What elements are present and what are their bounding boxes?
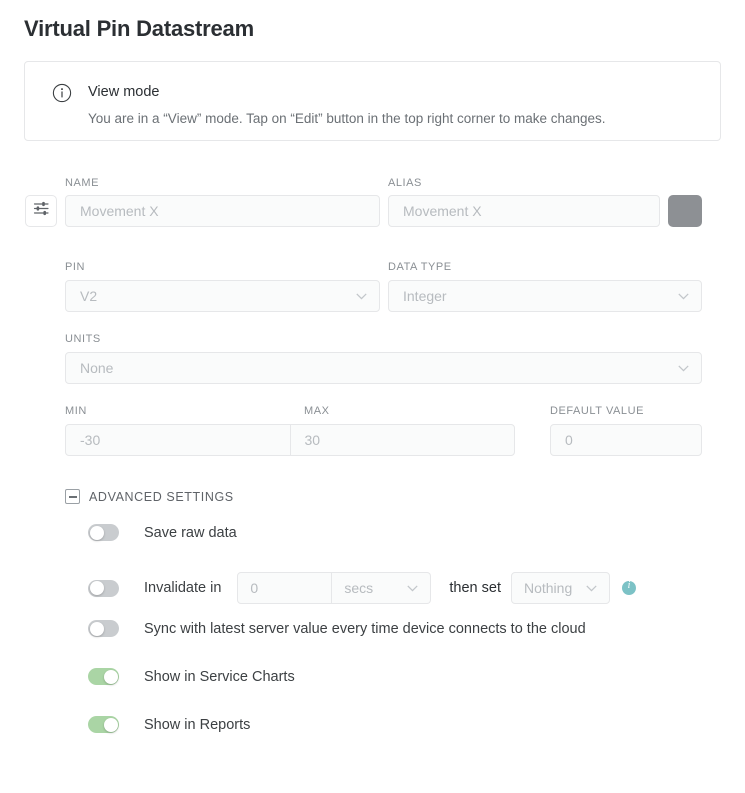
invalidate-label: Invalidate in [144, 580, 222, 596]
advanced-settings-title: ADVANCED SETTINGS [89, 489, 234, 504]
save-raw-data-toggle[interactable] [88, 524, 119, 541]
name-input[interactable]: Movement X [65, 195, 380, 227]
alias-input[interactable]: Movement X [388, 195, 660, 227]
then-set-label: then set [449, 580, 501, 596]
pin-label: PIN [65, 261, 85, 273]
show-reports-label: Show in Reports [144, 716, 251, 733]
save-raw-data-label: Save raw data [144, 524, 237, 541]
sliders-icon [33, 201, 50, 221]
invalidate-unit-select[interactable]: secs [332, 572, 432, 604]
max-label: MAX [304, 405, 330, 417]
chevron-down-icon [678, 365, 689, 372]
advanced-settings-header[interactable]: ADVANCED SETTINGS [65, 489, 234, 504]
color-swatch[interactable] [668, 195, 702, 227]
alias-label: ALIAS [388, 177, 422, 189]
then-set-select[interactable]: Nothing [510, 572, 610, 604]
data-type-value: Integer [403, 288, 447, 304]
view-mode-description: You are in a “View” mode. Tap on “Edit” … [88, 111, 606, 126]
invalidate-row: Invalidate in 0 secs then set Nothing [88, 572, 636, 604]
pin-select[interactable]: V2 [65, 280, 380, 312]
page-title: Virtual Pin Datastream [24, 16, 254, 41]
view-mode-banner: View mode You are in a “View” mode. Tap … [24, 61, 721, 141]
min-max-group: -30 30 [65, 424, 515, 456]
sync-latest-row: Sync with latest server value every time… [88, 620, 586, 637]
chevron-down-icon [678, 293, 689, 300]
chevron-down-icon [586, 585, 597, 592]
minus-box-icon[interactable] [65, 489, 80, 504]
units-select[interactable]: None [65, 352, 702, 384]
default-value-label: DEFAULT VALUE [550, 405, 644, 417]
units-value: None [80, 360, 114, 376]
data-type-select[interactable]: Integer [388, 280, 702, 312]
view-mode-title: View mode [88, 84, 160, 100]
show-service-charts-toggle[interactable] [88, 668, 119, 685]
save-raw-data-row: Save raw data [88, 524, 237, 541]
max-input[interactable]: 30 [289, 425, 515, 455]
chevron-down-icon [356, 293, 367, 300]
invalidate-toggle[interactable] [88, 579, 119, 597]
pin-value: V2 [80, 288, 98, 304]
show-service-charts-label: Show in Service Charts [144, 668, 295, 685]
show-service-charts-row: Show in Service Charts [88, 668, 295, 685]
name-label: NAME [65, 177, 99, 189]
invalidate-unit-value: secs [344, 580, 374, 596]
then-set-value: Nothing [523, 580, 573, 596]
data-type-label: DATA TYPE [388, 261, 452, 273]
info-icon[interactable] [621, 580, 636, 595]
invalidate-amount-input[interactable]: 0 [237, 572, 333, 604]
sync-latest-toggle[interactable] [88, 620, 119, 637]
chevron-down-icon [407, 585, 419, 592]
sync-latest-label: Sync with latest server value every time… [144, 620, 586, 637]
sliders-icon-button[interactable] [25, 195, 57, 227]
default-value-input[interactable]: 0 [550, 424, 702, 456]
units-label: UNITS [65, 333, 101, 345]
show-reports-toggle[interactable] [88, 716, 119, 733]
min-input[interactable]: -30 [66, 425, 290, 455]
show-reports-row: Show in Reports [88, 716, 250, 733]
min-label: MIN [65, 405, 87, 417]
info-circle-icon [52, 83, 72, 103]
